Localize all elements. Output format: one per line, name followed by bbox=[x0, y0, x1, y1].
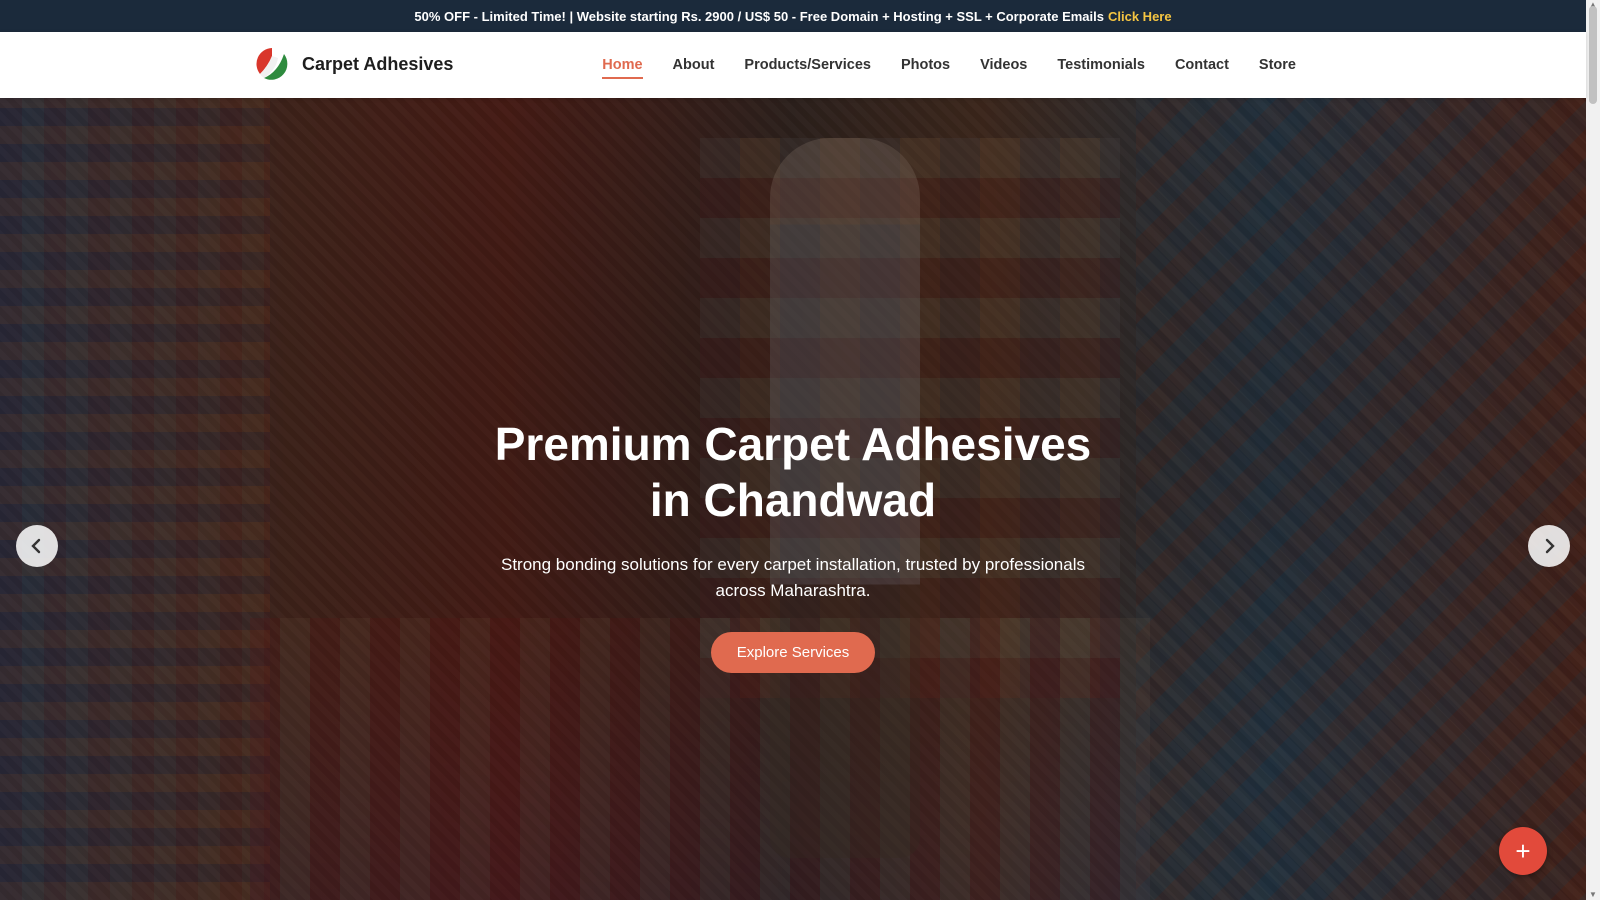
nav-home[interactable]: Home bbox=[602, 51, 643, 79]
scrollbar[interactable]: ▲ ▼ bbox=[1586, 0, 1600, 900]
nav-products-services[interactable]: Products/Services bbox=[744, 51, 871, 79]
slider-prev-button[interactable] bbox=[16, 525, 58, 567]
main-nav: Home About Products/Services Photos Vide… bbox=[602, 32, 1296, 98]
nav-about[interactable]: About bbox=[673, 51, 715, 79]
floating-plus-button[interactable]: + bbox=[1499, 827, 1547, 875]
nav-contact[interactable]: Contact bbox=[1175, 51, 1229, 79]
hero-content: Premium Carpet Adhesives in Chandwad Str… bbox=[0, 416, 1586, 673]
explore-services-button[interactable]: Explore Services bbox=[710, 632, 876, 673]
hero-slider: Premium Carpet Adhesives in Chandwad Str… bbox=[0, 98, 1586, 900]
promo-text: 50% OFF - Limited Time! | Website starti… bbox=[414, 8, 1104, 24]
promo-bar: 50% OFF - Limited Time! | Website starti… bbox=[0, 0, 1586, 32]
nav-photos[interactable]: Photos bbox=[901, 51, 950, 79]
chevron-left-icon bbox=[31, 538, 41, 554]
hero-subtitle: Strong bonding solutions for every carpe… bbox=[501, 555, 1085, 600]
nav-videos[interactable]: Videos bbox=[980, 51, 1027, 79]
slider-next-button[interactable] bbox=[1528, 525, 1570, 567]
scroll-down-icon[interactable]: ▼ bbox=[1586, 890, 1600, 900]
promo-link[interactable]: Click Here bbox=[1108, 9, 1172, 24]
chevron-right-icon bbox=[1545, 538, 1555, 554]
brand-name: Carpet Adhesives bbox=[302, 53, 454, 74]
logo-icon bbox=[255, 47, 289, 81]
hero-title: Premium Carpet Adhesives in Chandwad bbox=[494, 418, 1092, 526]
scroll-thumb[interactable] bbox=[1589, 6, 1597, 104]
brand[interactable]: Carpet Adhesives bbox=[254, 46, 453, 82]
nav-testimonials[interactable]: Testimonials bbox=[1057, 51, 1145, 79]
nav-store[interactable]: Store bbox=[1259, 51, 1296, 79]
site-header: Carpet Adhesives Home About Products/Ser… bbox=[0, 32, 1586, 98]
